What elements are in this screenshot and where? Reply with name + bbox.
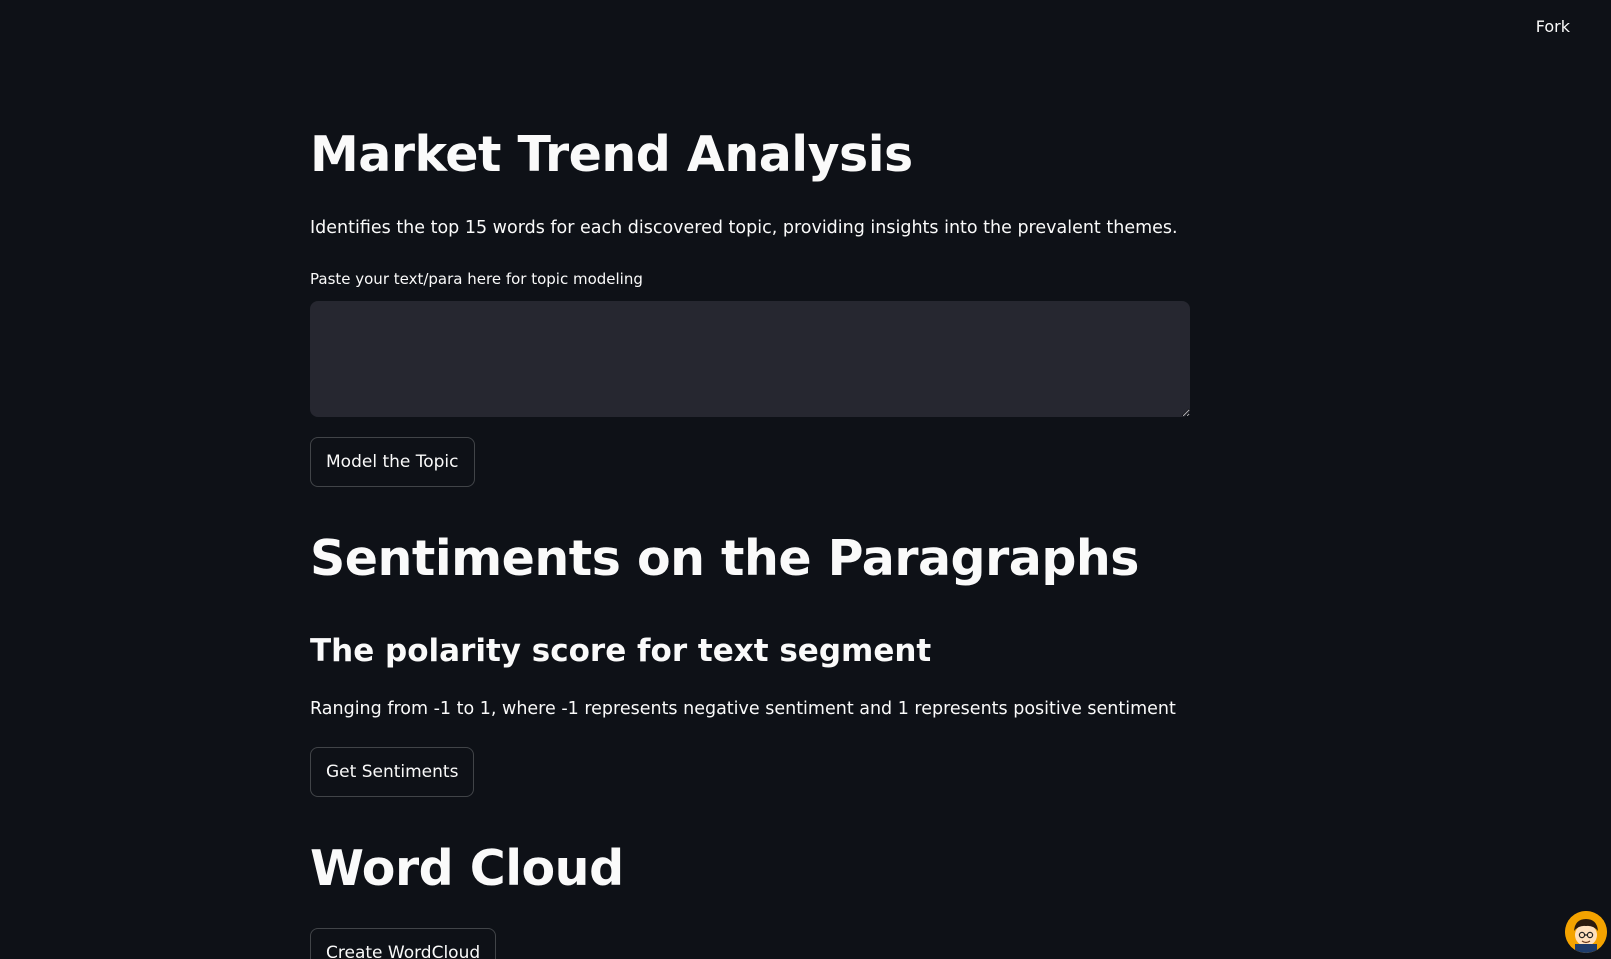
create-wordcloud-button[interactable]: Create WordCloud bbox=[310, 928, 497, 959]
get-sentiments-button-label: Get Sentiments bbox=[326, 762, 459, 782]
get-sentiments-button[interactable]: Get Sentiments bbox=[310, 747, 475, 797]
create-wordcloud-button-label: Create WordCloud bbox=[326, 943, 481, 959]
model-topic-button-label: Model the Topic bbox=[326, 452, 459, 472]
sentiment-subtitle: The polarity score for text segment bbox=[310, 633, 932, 669]
avatar-face-icon bbox=[1565, 911, 1607, 953]
fork-button[interactable]: Fork bbox=[1536, 17, 1570, 36]
model-topic-button[interactable]: Model the Topic bbox=[310, 437, 475, 487]
top-bar: Fork bbox=[0, 0, 1611, 56]
page-title: Market Trend Analysis bbox=[310, 126, 913, 183]
wordcloud-title: Word Cloud bbox=[310, 840, 624, 897]
topic-input-label: Paste your text/para here for topic mode… bbox=[310, 270, 643, 288]
sentiment-title: Sentiments on the Paragraphs bbox=[310, 530, 1139, 587]
app-page: Fork Market Trend Analysis Identifies th… bbox=[0, 0, 1611, 959]
topic-description: Identifies the top 15 words for each dis… bbox=[310, 218, 1178, 238]
user-avatar-icon[interactable] bbox=[1565, 911, 1607, 953]
topic-text-input[interactable] bbox=[310, 301, 1190, 417]
sentiment-description: Ranging from -1 to 1, where -1 represent… bbox=[310, 699, 1176, 719]
